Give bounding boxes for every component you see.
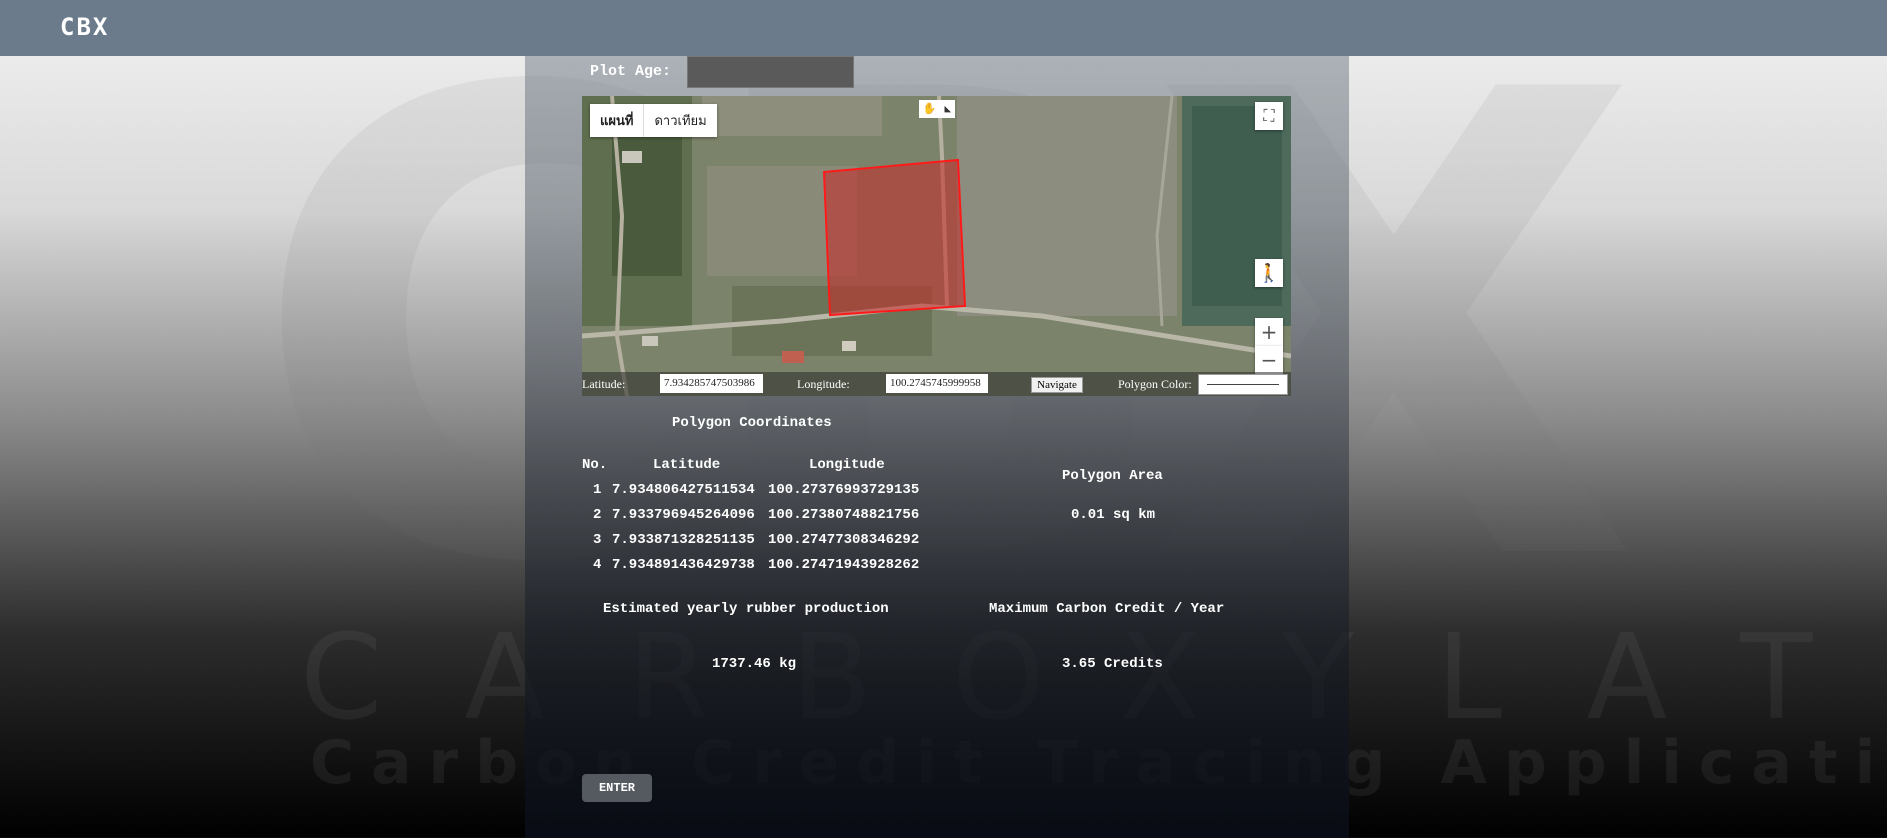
polygon-area-title: Polygon Area	[1062, 468, 1163, 484]
satellite-imagery	[582, 96, 1291, 396]
row-3-no: 3	[593, 532, 602, 548]
coordinate-bar: Latitude: 7.934285747503986 Longitude: 1…	[582, 372, 1291, 396]
carbon-credit-value: 3.65 Credits	[1062, 656, 1163, 672]
row-2-no: 2	[593, 507, 602, 523]
column-header-longitude: Longitude	[809, 457, 885, 473]
main-panel: Plot Age: แผนที่ ดาวเทียม ✋ ◣ ⛶ 🚶 + − La…	[525, 56, 1349, 838]
polygon-color-picker[interactable]	[1198, 374, 1288, 395]
polygon-area-value: 0.01 sq km	[1071, 507, 1156, 523]
row-3-lng: 100.27477308346292	[768, 532, 920, 548]
drawing-tools[interactable]: ✋ ◣	[919, 100, 955, 118]
polygon-coordinates-title: Polygon Coordinates	[672, 415, 832, 431]
enter-button[interactable]: ENTER	[582, 774, 652, 802]
column-header-latitude: Latitude	[653, 457, 721, 473]
map-type-satellite-button[interactable]: ดาวเทียม	[644, 104, 716, 137]
carbon-credit-title: Maximum Carbon Credit / Year	[989, 601, 1225, 617]
top-bar: CBX	[0, 0, 1887, 56]
rubber-production-value: 1737.46 kg	[712, 656, 797, 672]
map-type-map-button[interactable]: แผนที่	[590, 104, 645, 137]
row-4-no: 4	[593, 557, 602, 573]
navigate-button[interactable]: Navigate	[1031, 377, 1083, 393]
fullscreen-icon[interactable]: ⛶	[1255, 102, 1283, 130]
latitude-input[interactable]: 7.934285747503986	[660, 374, 763, 393]
pegman-icon[interactable]: 🚶	[1255, 259, 1283, 287]
map-type-switch[interactable]: แผนที่ ดาวเทียม	[590, 104, 717, 137]
row-2-lat: 7.933796945264096	[612, 507, 755, 523]
hand-icon[interactable]: ✋	[923, 102, 937, 116]
column-header-no: No.	[582, 457, 608, 473]
row-4-lat: 7.934891436429738	[612, 557, 755, 573]
zoom-out-button[interactable]: −	[1255, 346, 1283, 374]
rubber-production-title: Estimated yearly rubber production	[603, 601, 889, 617]
row-1-lat: 7.934806427511534	[612, 482, 755, 498]
plot-age-label: Plot Age:	[590, 63, 672, 80]
zoom-in-button[interactable]: +	[1255, 318, 1283, 346]
row-4-lng: 100.27471943928262	[768, 557, 920, 573]
map-view[interactable]: แผนที่ ดาวเทียม ✋ ◣ ⛶ 🚶 + − Latitude: 7.…	[582, 96, 1291, 396]
polygon-color-label: Polygon Color:	[1118, 377, 1192, 391]
row-3-lat: 7.933871328251135	[612, 532, 755, 548]
row-1-no: 1	[593, 482, 602, 498]
row-2-lng: 100.27380748821756	[768, 507, 920, 523]
latitude-label: Latitude:	[582, 377, 626, 391]
plot-age-input[interactable]	[687, 56, 854, 88]
row-1-lng: 100.27376993729135	[768, 482, 920, 498]
longitude-input[interactable]: 100.2745745999958	[886, 374, 988, 393]
polygon-draw-icon[interactable]: ◣	[944, 102, 951, 116]
app-logo[interactable]: CBX	[60, 13, 109, 41]
longitude-label: Longitude:	[797, 377, 850, 391]
